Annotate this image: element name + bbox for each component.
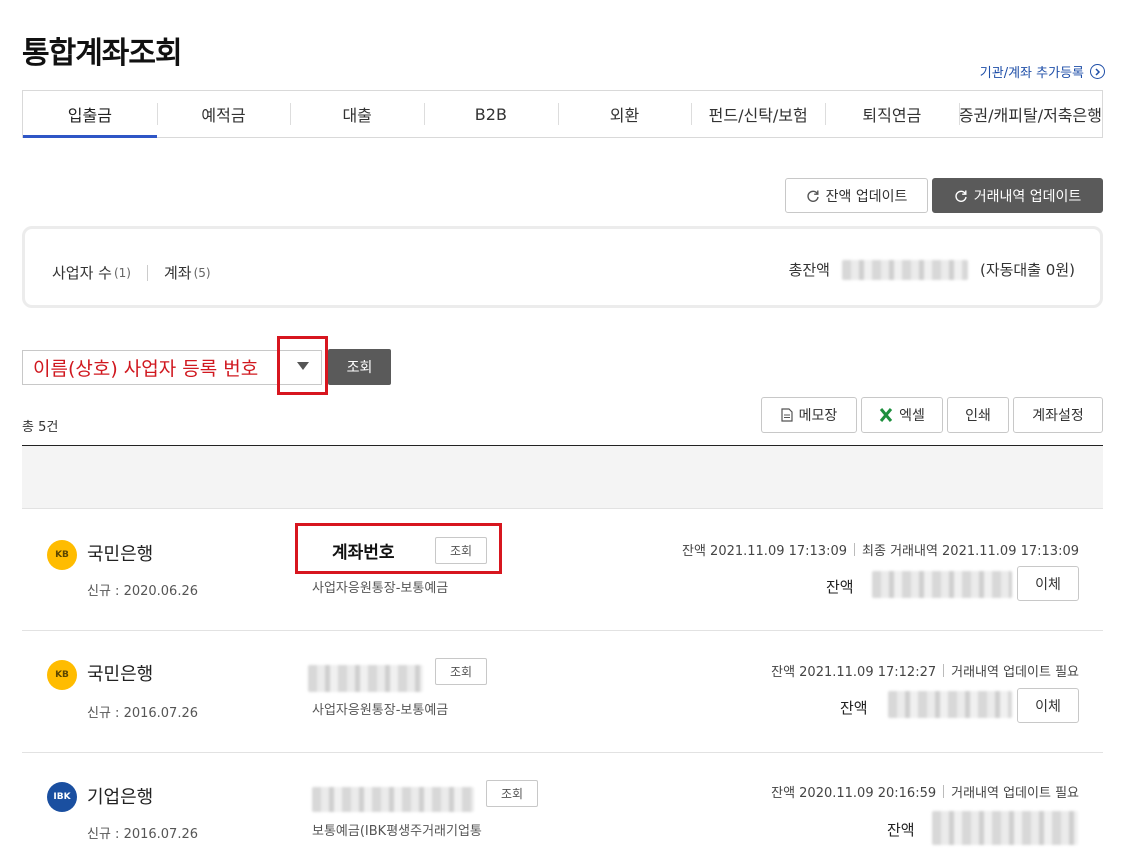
history-update-label: 거래내역 업데이트 bbox=[973, 188, 1082, 205]
total-balance-value-redacted bbox=[841, 259, 968, 280]
print-label: 인쇄 bbox=[965, 408, 991, 424]
balance-update-label: 잔액 업데이트 bbox=[825, 188, 908, 205]
bank-name: 국민은행 bbox=[87, 544, 154, 565]
balance-value-redacted bbox=[888, 691, 1012, 718]
divider bbox=[943, 785, 945, 798]
balance-timestamp: 잔액 2021.11.09 17:13:09 bbox=[682, 544, 848, 559]
account-row: KB 국민은행 신규 : 2016.07.26 조회 사업자응원통장-보통예금 … bbox=[22, 631, 1103, 753]
search-button-label: 조회 bbox=[346, 360, 373, 376]
total-balance-label: 총잔액 bbox=[788, 261, 830, 279]
business-count-label: 사업자 수 bbox=[52, 264, 112, 282]
account-number-label: 계좌번호 bbox=[332, 543, 395, 563]
tab-foreign-exchange[interactable]: 외환 bbox=[557, 91, 692, 137]
caret-down-icon bbox=[296, 361, 309, 370]
account-settings-label: 계좌설정 bbox=[1032, 408, 1084, 424]
account-count: (5) bbox=[193, 265, 211, 280]
balance-timestamp: 잔액 2020.11.09 20:16:59 bbox=[771, 786, 937, 801]
balance-label: 잔액 bbox=[887, 821, 915, 839]
account-type: 사업자응원통장-보통예금 bbox=[312, 581, 449, 596]
query-button[interactable]: 조회 bbox=[486, 780, 538, 807]
ibk-bank-logo-icon: IBK bbox=[47, 782, 77, 812]
add-account-link[interactable]: 기관/계좌 추가등록 bbox=[980, 62, 1105, 81]
refresh-icon bbox=[807, 190, 819, 202]
open-date: 신규 : 2016.07.26 bbox=[87, 706, 198, 721]
category-tabs: 입출금 예적금 대출 B2B 외환 펀드/신탁/보험 퇴직연금 증권/캐피탈/저… bbox=[22, 90, 1103, 138]
balance-timestamp: 잔액 2021.11.09 17:12:27 bbox=[771, 665, 937, 680]
tab-loan[interactable]: 대출 bbox=[290, 91, 424, 137]
search-button[interactable]: 조회 bbox=[328, 349, 391, 385]
transfer-button[interactable]: 이체 bbox=[1017, 688, 1079, 723]
tab-fund-trust-insurance[interactable]: 펀드/신탁/보험 bbox=[691, 91, 825, 137]
divider bbox=[146, 264, 148, 281]
print-button[interactable]: 인쇄 bbox=[947, 397, 1009, 433]
refresh-icon bbox=[955, 190, 967, 202]
account-number-redacted bbox=[312, 787, 474, 812]
result-count: 총 5건 bbox=[22, 420, 59, 435]
tab-b2b[interactable]: B2B bbox=[424, 91, 558, 137]
balance-label: 잔액 bbox=[840, 699, 868, 717]
memo-label: 메모장 bbox=[798, 408, 838, 424]
account-type: 사업자응원통장-보통예금 bbox=[312, 703, 449, 718]
excel-label: 엑셀 bbox=[899, 408, 925, 424]
divider bbox=[943, 664, 945, 677]
kb-bank-logo-icon: KB bbox=[47, 540, 77, 570]
page-title: 통합계좌조회 bbox=[22, 36, 183, 71]
tab-savings[interactable]: 예적금 bbox=[156, 91, 291, 137]
table-header-band bbox=[22, 446, 1103, 509]
account-row: KB 국민은행 신규 : 2020.06.26 계좌번호 조회 사업자응원통장-… bbox=[22, 509, 1103, 631]
history-status: 최종 거래내역 2021.11.09 17:13:09 bbox=[862, 544, 1079, 559]
history-update-button[interactable]: 거래내역 업데이트 bbox=[932, 178, 1103, 213]
account-count-label: 계좌 bbox=[163, 264, 192, 282]
balance-value-redacted bbox=[872, 571, 1012, 598]
search-select-text: 이름(상호) 사업자 등록 번호 bbox=[33, 358, 259, 380]
query-button[interactable]: 조회 bbox=[435, 537, 487, 564]
bank-name: 기업은행 bbox=[87, 787, 154, 808]
excel-icon bbox=[879, 408, 893, 422]
memo-button[interactable]: 메모장 bbox=[761, 397, 857, 433]
divider bbox=[854, 543, 856, 556]
tab-securities-capital-savings-bank[interactable]: 증권/캐피탈/저축은행 bbox=[958, 91, 1102, 137]
account-row: IBK 기업은행 신규 : 2016.07.26 조회 보통예금(IBK평생주거… bbox=[22, 753, 1103, 868]
history-status: 거래내역 업데이트 필요 bbox=[951, 665, 1079, 680]
summary-panel: 사업자 수 (1) 계좌 (5) 총잔액 (자동대출 0원) bbox=[22, 226, 1103, 308]
balance-label: 잔액 bbox=[826, 578, 854, 596]
bank-name: 국민은행 bbox=[87, 664, 154, 685]
chevron-right-circle-icon bbox=[1090, 64, 1105, 79]
open-date: 신규 : 2016.07.26 bbox=[87, 827, 198, 842]
balance-value-redacted bbox=[932, 811, 1078, 845]
tab-retirement-pension[interactable]: 퇴직연금 bbox=[825, 91, 959, 137]
account-settings-button[interactable]: 계좌설정 bbox=[1013, 397, 1103, 433]
balance-update-button[interactable]: 잔액 업데이트 bbox=[785, 178, 928, 213]
query-button[interactable]: 조회 bbox=[435, 658, 487, 685]
business-count: (1) bbox=[113, 265, 131, 280]
open-date: 신규 : 2020.06.26 bbox=[87, 584, 198, 599]
account-type: 보통예금(IBK평생주거래기업통 bbox=[312, 824, 482, 839]
tab-deposit-withdrawal[interactable]: 입출금 bbox=[23, 91, 157, 138]
history-status: 거래내역 업데이트 필요 bbox=[951, 786, 1079, 801]
account-number-redacted bbox=[308, 665, 423, 692]
kb-bank-logo-icon: KB bbox=[47, 660, 77, 690]
excel-button[interactable]: 엑셀 bbox=[861, 397, 943, 433]
auto-loan-text: (자동대출 0원) bbox=[979, 261, 1075, 279]
document-icon bbox=[781, 408, 793, 422]
transfer-button[interactable]: 이체 bbox=[1017, 566, 1079, 601]
add-account-label: 기관/계좌 추가등록 bbox=[979, 66, 1084, 81]
dropdown-toggle[interactable] bbox=[277, 336, 328, 395]
